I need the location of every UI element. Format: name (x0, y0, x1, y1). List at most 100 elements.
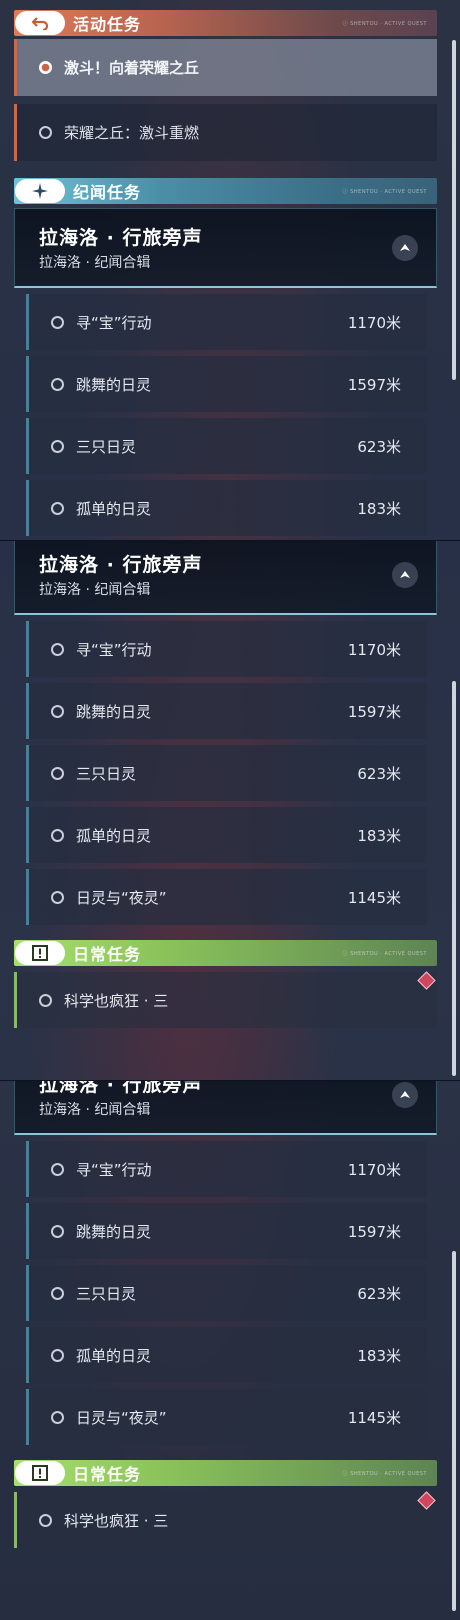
quest-distance: 183米 (357, 499, 401, 518)
daily-quest-item[interactable]: 科学也疯狂 · 三 (14, 971, 437, 1028)
quest-tracker-screen: 活动任务 ⓘ SHENTOU · ACTIVE QUEST 激斗！向着荣耀之丘 … (0, 0, 460, 1620)
list-item[interactable]: 跳舞的日灵 1597米 (26, 683, 427, 739)
quest-label: 跳舞的日灵 (76, 375, 152, 394)
radio-selected-icon (39, 61, 52, 74)
quest-label: 寻“宝”行动 (76, 640, 152, 659)
diamond-marker-icon (417, 971, 436, 990)
scrollbar[interactable] (452, 40, 456, 380)
radio-icon (51, 501, 64, 515)
radio-icon (51, 1162, 64, 1176)
section-header-daily[interactable]: 日常任务 ⓘ SHENTOU · ACTIVE QUEST (14, 940, 437, 966)
quest-label: 日灵与“夜灵” (76, 1408, 167, 1427)
quest-group-card[interactable]: 拉海洛 · 行旅旁声 拉海洛 · 纪闻合辑 (14, 1080, 437, 1135)
section-tag: ⓘ SHENTOU · ACTIVE QUEST (342, 950, 427, 957)
list-item[interactable]: 三只日灵 623米 (26, 1265, 427, 1321)
list-item[interactable]: 跳舞的日灵 1597米 (26, 1203, 427, 1259)
quest-label: 孤单的日灵 (76, 499, 152, 518)
quest-distance: 1170米 (347, 1160, 401, 1179)
diamond-marker-icon (417, 1491, 436, 1510)
radio-icon (51, 704, 64, 718)
quest-label: 三只日灵 (76, 1284, 137, 1303)
section-header-chronicle[interactable]: 纪闻任务 ⓘ SHENTOU · ACTIVE QUEST (14, 178, 437, 204)
activity-quest-item[interactable]: 激斗！向着荣耀之丘 (14, 39, 437, 96)
list-item[interactable]: 三只日灵 623米 (26, 418, 427, 474)
chevron-up-icon[interactable] (392, 1082, 418, 1108)
group-subtitle: 拉海洛 · 纪闻合辑 (39, 582, 151, 598)
scrollbar-thumb[interactable] (452, 1251, 456, 1611)
radio-icon (51, 1286, 64, 1300)
radio-icon (51, 377, 64, 391)
quest-distance: 623米 (357, 764, 401, 783)
radio-icon (51, 1348, 64, 1362)
quest-label: 激斗！向着荣耀之丘 (64, 59, 200, 77)
section-title-daily: 日常任务 (73, 945, 142, 964)
list-item[interactable]: 日灵与“夜灵” 1145米 (26, 869, 427, 925)
chevron-up-icon[interactable] (392, 562, 418, 588)
list-item[interactable]: 孤单的日灵 183米 (26, 807, 427, 863)
exclamation-box-icon (15, 941, 65, 965)
quest-distance: 183米 (357, 826, 401, 845)
list-item[interactable]: 孤单的日灵 183米 (26, 480, 427, 536)
list-item[interactable]: 三只日灵 623米 (26, 745, 427, 801)
group-title: 拉海洛 · 行旅旁声 (39, 1080, 203, 1096)
panel-bottom: 拉海洛 · 行旅旁声 拉海洛 · 纪闻合辑 寻“宝”行动 1170米 跳舞的日灵… (0, 1080, 460, 1620)
group-subtitle: 拉海洛 · 纪闻合辑 (39, 1102, 151, 1118)
sparkle-star-icon (15, 179, 65, 203)
quest-label: 寻“宝”行动 (76, 313, 152, 332)
radio-icon (39, 126, 52, 139)
list-item[interactable]: 跳舞的日灵 1597米 (26, 356, 427, 412)
radio-icon (51, 890, 64, 904)
scrollbar[interactable] (452, 1251, 456, 1611)
radio-icon (51, 642, 64, 656)
radio-icon (51, 1410, 64, 1424)
quest-distance: 623米 (357, 1284, 401, 1303)
list-item[interactable]: 寻“宝”行动 1170米 (26, 1141, 427, 1197)
group-title: 拉海洛 · 行旅旁声 (39, 554, 203, 576)
radio-icon (39, 1513, 52, 1527)
quest-label: 科学也疯狂 · 三 (64, 1511, 169, 1530)
quest-distance: 1597米 (347, 702, 401, 721)
section-tag: ⓘ SHENTOU · ACTIVE QUEST (342, 1470, 427, 1477)
daily-quest-item[interactable]: 科学也疯狂 · 三 (14, 1491, 437, 1548)
quest-label: 三只日灵 (76, 437, 137, 456)
section-header-activity[interactable]: 活动任务 ⓘ SHENTOU · ACTIVE QUEST (14, 10, 437, 36)
activity-quest-item[interactable]: 荣耀之丘：激斗重燃 (14, 104, 437, 161)
quest-group-card[interactable]: 拉海洛 · 行旅旁声 拉海洛 · 纪闻合辑 (14, 208, 437, 288)
panel-middle: 拉海洛 · 行旅旁声 拉海洛 · 纪闻合辑 寻“宝”行动 1170米 跳舞的日灵… (0, 540, 460, 1081)
panel-top: 活动任务 ⓘ SHENTOU · ACTIVE QUEST 激斗！向着荣耀之丘 … (0, 0, 460, 540)
section-title-activity: 活动任务 (73, 15, 142, 34)
radio-icon (51, 1224, 64, 1238)
quest-distance: 183米 (357, 1346, 401, 1365)
scrollbar-thumb[interactable] (452, 681, 456, 1076)
list-item[interactable]: 寻“宝”行动 1170米 (26, 621, 427, 677)
list-item[interactable]: 孤单的日灵 183米 (26, 1327, 427, 1383)
chevron-up-icon[interactable] (392, 235, 418, 261)
return-arrow-icon (15, 11, 65, 35)
quest-label: 日灵与“夜灵” (76, 888, 167, 907)
radio-icon (51, 439, 64, 453)
section-header-daily[interactable]: 日常任务 ⓘ SHENTOU · ACTIVE QUEST (14, 1460, 437, 1486)
quest-label: 孤单的日灵 (76, 1346, 152, 1365)
radio-icon (39, 993, 52, 1007)
section-title-chronicle: 纪闻任务 (73, 183, 142, 202)
scrollbar-thumb[interactable] (452, 40, 456, 380)
exclamation-box-icon (15, 1461, 65, 1485)
quest-distance: 1597米 (347, 1222, 401, 1241)
quest-group-card[interactable]: 拉海洛 · 行旅旁声 拉海洛 · 纪闻合辑 (14, 541, 437, 615)
group-subtitle: 拉海洛 · 纪闻合辑 (39, 255, 151, 271)
quest-distance: 623米 (357, 437, 401, 456)
quest-label: 三只日灵 (76, 764, 137, 783)
section-title-daily: 日常任务 (73, 1465, 142, 1484)
quest-distance: 1597米 (347, 375, 401, 394)
radio-icon (51, 766, 64, 780)
list-item[interactable]: 日灵与“夜灵” 1145米 (26, 1389, 427, 1445)
scrollbar[interactable] (452, 681, 456, 1076)
radio-icon (51, 315, 64, 329)
quest-label: 荣耀之丘：激斗重燃 (64, 124, 200, 142)
quest-label: 寻“宝”行动 (76, 1160, 152, 1179)
radio-icon (51, 828, 64, 842)
list-item[interactable]: 寻“宝”行动 1170米 (26, 294, 427, 350)
quest-distance: 1170米 (347, 313, 401, 332)
section-tag: ⓘ SHENTOU · ACTIVE QUEST (342, 20, 427, 27)
quest-distance: 1145米 (347, 888, 401, 907)
